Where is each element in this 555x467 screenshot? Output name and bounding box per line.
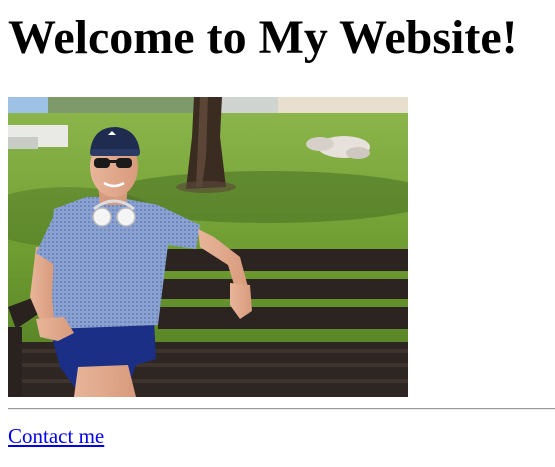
profile-photo <box>8 97 408 397</box>
page-title: Welcome to My Website! <box>8 11 518 64</box>
horizontal-rule <box>8 408 555 410</box>
contact-link[interactable]: Contact me <box>8 424 104 448</box>
